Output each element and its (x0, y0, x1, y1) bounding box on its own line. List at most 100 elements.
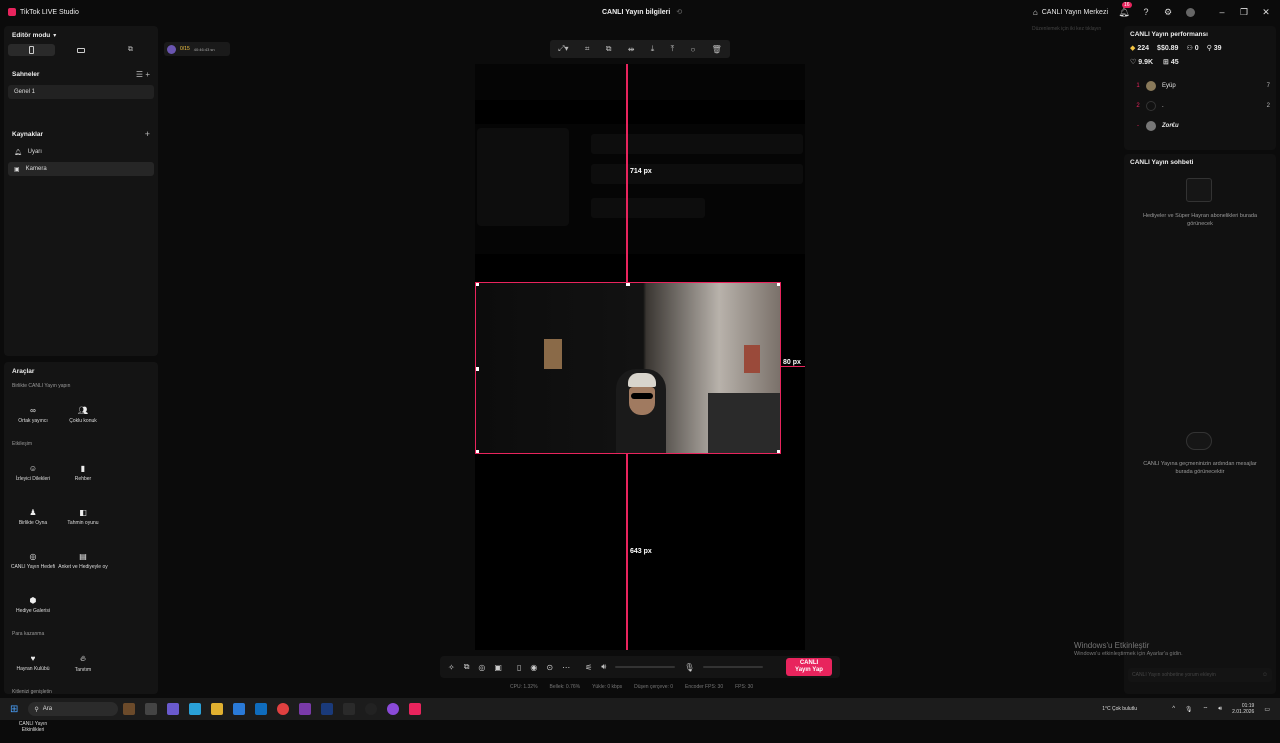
portrait-icon[interactable]: ▯ (517, 663, 521, 672)
rotate-icon[interactable]: ○ (690, 45, 695, 54)
tool-multi-guest[interactable]: 👥︎ Çoklu konuk (58, 393, 108, 437)
layer-up-icon[interactable]: ⤒ (671, 44, 675, 54)
tools-group-monetize: Para kazanma (12, 631, 45, 637)
tool-cohost[interactable]: ∞ Ortak yayıncı (8, 393, 58, 437)
tool-label: CANLI Yayın Hedefi (10, 564, 56, 570)
taskbar-search[interactable]: ⚲ Ara (28, 702, 119, 716)
filter-icon[interactable]: ◎ (478, 663, 485, 672)
scene-item[interactable]: Genel 1 (8, 85, 154, 99)
mail-icon[interactable] (233, 703, 246, 715)
stat-cpu: CPU: 1.32% (510, 684, 538, 690)
app-icon[interactable] (387, 703, 400, 715)
list-icon[interactable]: ☰ (136, 70, 143, 79)
flip-icon[interactable]: ⇹ (628, 45, 635, 54)
settings-sliders-icon[interactable]: ⚟ (585, 663, 592, 672)
landscape-mode-button[interactable] (57, 44, 104, 56)
copy-icon[interactable]: ⧉ (606, 44, 612, 54)
more-icon[interactable]: ⋯ (562, 663, 570, 672)
tool-fan-club[interactable]: ♥ Hayran Kulübü (8, 641, 58, 685)
mic-volume-slider[interactable] (703, 666, 764, 668)
resize-handle[interactable] (626, 283, 630, 286)
network-icon[interactable]: ⌔ (1203, 705, 1209, 713)
tool-poll[interactable]: ▤ Anket ve Hediyeyle oy (58, 539, 108, 583)
speaker-icon[interactable]: 🔊︎ (601, 662, 606, 672)
widgets-icon[interactable] (123, 703, 136, 715)
resize-handle[interactable] (777, 283, 780, 286)
delete-icon[interactable]: 🗑︎ (712, 45, 722, 54)
dual-mode-button[interactable]: ⧉ (107, 44, 154, 56)
windows-start-icon[interactable]: ⊞ (10, 704, 18, 715)
premiere-icon[interactable] (299, 703, 312, 715)
file-explorer-icon[interactable] (211, 703, 224, 715)
tray-chevron-icon[interactable]: ^ (1172, 706, 1175, 712)
list-item[interactable]: 2 . 2 (1130, 96, 1270, 116)
list-item[interactable]: 1 Eyüp 7 (1130, 76, 1270, 96)
teams-icon[interactable] (167, 703, 180, 715)
resize-handle[interactable] (777, 450, 780, 453)
preview-canvas[interactable]: 714 px 643 px 80 px (475, 64, 805, 650)
speaker-volume-slider[interactable] (615, 666, 676, 668)
magic-wand-icon[interactable]: ✧ (448, 663, 455, 672)
tool-prediction[interactable]: ◧ Tahmin oyunu (58, 495, 108, 539)
measure-label-bottom: 643 px (630, 548, 652, 555)
settings-gear-icon[interactable]: ⚙ (1162, 6, 1174, 18)
tool-gift-gallery[interactable]: ⬢ Hediye Galerisi (8, 583, 58, 627)
source-item-alert[interactable]: 🔔︎ Uyarı (8, 145, 154, 159)
weather-widget[interactable]: 1°C Çok bulutlu (1102, 706, 1142, 712)
crop-icon[interactable]: ⌗ (585, 44, 590, 54)
notification-tray-icon[interactable]: ▭ (1264, 706, 1270, 713)
watermark-line2: Windows'u etkinleştirmek için Ayarlar'a … (1074, 651, 1183, 657)
close-icon[interactable]: ✕ (1260, 6, 1272, 18)
record-icon[interactable]: ◉ (530, 663, 537, 672)
volume-icon[interactable]: 🔊︎ (1218, 706, 1222, 713)
add-scene-icon[interactable]: + (145, 70, 150, 79)
weather-label: 1°C Çok bulutlu (1102, 706, 1137, 712)
maximize-icon[interactable]: ❐ (1238, 6, 1250, 18)
source-item-camera[interactable]: ▣ Kamera (8, 162, 154, 176)
overlay-thumb (477, 128, 569, 226)
minimize-icon[interactable]: – (1216, 6, 1228, 18)
tool-promote[interactable]: 🔥︎ Tanıtım (58, 641, 108, 685)
fit-icon[interactable]: ⤢▾ (558, 44, 568, 54)
photoshop-icon[interactable] (321, 703, 334, 715)
microphone-icon[interactable]: 🎙︎ (684, 663, 694, 672)
capcut-icon[interactable] (343, 703, 356, 715)
list-item[interactable]: - Zor€u (1130, 116, 1270, 136)
rank: 2 (1136, 103, 1140, 109)
resize-handle[interactable] (476, 283, 479, 286)
scenes-sources-panel: Editör modu ▾ ⧉ Sahneler ☰ + Genel 1 Kay… (4, 26, 158, 356)
edge-icon[interactable] (189, 703, 202, 715)
tools-title: Araçlar (12, 368, 35, 375)
app-icon[interactable] (365, 703, 378, 715)
go-live-button[interactable]: CANLI Yayın Yap (786, 658, 832, 676)
editor-mode-dropdown[interactable]: Editör modu ▾ (4, 26, 158, 44)
tool-viewer-wishes[interactable]: ☺ İzleyici Dilekleri (8, 451, 58, 495)
mic-tray-icon[interactable]: 🎙︎ (1185, 706, 1193, 713)
add-source-icon[interactable]: + (145, 129, 150, 139)
broadcast-icon[interactable]: ⊙ (546, 663, 553, 672)
avatar[interactable] (1184, 6, 1196, 18)
clock[interactable]: 01:19 2.01.2026 (1232, 703, 1254, 715)
goal-widget[interactable]: 0/15 40:46:43 sn (164, 42, 230, 56)
live-center-button[interactable]: ⌂ CANLI Yayın Merkezi (1033, 8, 1108, 17)
task-view-icon[interactable] (145, 703, 158, 715)
live-info-button[interactable]: CANLI Yayın bilgileri ⟲ (602, 8, 682, 16)
layer-down-icon[interactable]: ⤓ (651, 44, 655, 54)
notification-bell-icon[interactable]: 🔔︎ 16 (1118, 2, 1132, 18)
effects-icon[interactable]: ⧉ (464, 662, 470, 672)
chrome-icon[interactable] (277, 703, 290, 715)
chat-input[interactable]: CANLI Yayın sohbetine yorum ekleyin ☺ (1128, 668, 1272, 682)
screen-icon[interactable]: ▣ (494, 663, 502, 672)
help-icon[interactable]: ? (1140, 6, 1152, 18)
tool-guide[interactable]: ▮ Rehber (58, 451, 108, 495)
resize-handle[interactable] (476, 450, 479, 453)
emoji-icon[interactable]: ☺ (1262, 672, 1268, 678)
stat-value: 45 (1170, 59, 1179, 66)
camera-source[interactable] (475, 282, 781, 454)
tool-live-goal[interactable]: ◎ CANLI Yayın Hedefi (8, 539, 58, 583)
tiktok-live-icon[interactable] (409, 703, 422, 715)
portrait-mode-button[interactable] (8, 44, 56, 56)
tool-play-together[interactable]: ♟ Birlikte Oyna (8, 495, 58, 539)
resize-handle[interactable] (476, 367, 479, 371)
store-icon[interactable] (255, 703, 268, 715)
